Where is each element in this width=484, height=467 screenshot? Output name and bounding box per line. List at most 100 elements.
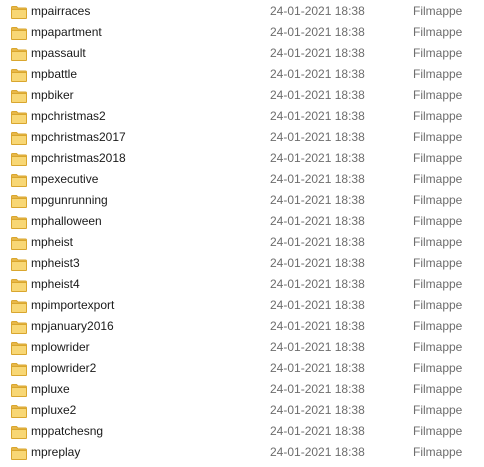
folder-icon: [11, 446, 27, 460]
file-row[interactable]: mplowrider2 24-01-2021 18:38 Filmappe: [0, 358, 484, 379]
file-type: Filmappe: [413, 25, 463, 39]
file-name: mppatchesng: [31, 424, 104, 438]
folder-icon: [11, 278, 27, 292]
file-name: mpexecutive: [31, 172, 99, 186]
file-name: mplowrider2: [31, 361, 97, 375]
file-type: Filmappe: [413, 340, 463, 354]
file-date-modified: 24-01-2021 18:38: [270, 256, 365, 270]
folder-icon: [11, 299, 27, 313]
file-row[interactable]: mpchristmas2017 24-01-2021 18:38 Filmapp…: [0, 127, 484, 148]
file-row[interactable]: mpassault 24-01-2021 18:38 Filmappe: [0, 43, 484, 64]
file-date-modified: 24-01-2021 18:38: [270, 193, 365, 207]
file-name: mpchristmas2: [31, 109, 106, 123]
file-date-modified: 24-01-2021 18:38: [270, 4, 365, 18]
folder-icon: [11, 110, 27, 124]
file-name: mpairraces: [31, 4, 91, 18]
file-name: mpimportexport: [31, 298, 115, 312]
folder-icon: [11, 320, 27, 334]
file-type: Filmappe: [413, 277, 463, 291]
folder-icon: [11, 341, 27, 355]
file-name: mpapartment: [31, 25, 102, 39]
file-type: Filmappe: [413, 445, 463, 459]
folder-icon: [11, 425, 27, 439]
folder-icon: [11, 404, 27, 418]
file-name: mpbattle: [31, 67, 78, 81]
file-date-modified: 24-01-2021 18:38: [270, 235, 365, 249]
file-date-modified: 24-01-2021 18:38: [270, 130, 365, 144]
file-type: Filmappe: [413, 109, 463, 123]
file-name: mpgunrunning: [31, 193, 108, 207]
file-type: Filmappe: [413, 151, 463, 165]
file-row[interactable]: mpbattle 24-01-2021 18:38 Filmappe: [0, 64, 484, 85]
file-name: mpreplay: [31, 445, 81, 459]
folder-icon: [11, 47, 27, 61]
folder-icon: [11, 215, 27, 229]
folder-icon: [11, 236, 27, 250]
file-date-modified: 24-01-2021 18:38: [270, 88, 365, 102]
folder-icon: [11, 257, 27, 271]
file-type: Filmappe: [413, 88, 463, 102]
file-date-modified: 24-01-2021 18:38: [270, 25, 365, 39]
file-row[interactable]: mppatchesng 24-01-2021 18:38 Filmappe: [0, 421, 484, 442]
folder-icon: [11, 152, 27, 166]
file-row[interactable]: mphalloween 24-01-2021 18:38 Filmappe: [0, 211, 484, 232]
file-date-modified: 24-01-2021 18:38: [270, 298, 365, 312]
file-date-modified: 24-01-2021 18:38: [270, 445, 365, 459]
file-name: mpluxe2: [31, 403, 77, 417]
file-type: Filmappe: [413, 235, 463, 249]
file-list: mpairraces 24-01-2021 18:38 Filmappe mpa…: [0, 0, 484, 463]
file-name: mpassault: [31, 46, 86, 60]
file-row[interactable]: mpjanuary2016 24-01-2021 18:38 Filmappe: [0, 316, 484, 337]
folder-icon: [11, 68, 27, 82]
file-row[interactable]: mpapartment 24-01-2021 18:38 Filmappe: [0, 22, 484, 43]
file-date-modified: 24-01-2021 18:38: [270, 361, 365, 375]
file-name: mpchristmas2017: [31, 130, 126, 144]
file-type: Filmappe: [413, 256, 463, 270]
file-type: Filmappe: [413, 214, 463, 228]
file-row[interactable]: mpheist3 24-01-2021 18:38 Filmappe: [0, 253, 484, 274]
file-type: Filmappe: [413, 298, 463, 312]
file-date-modified: 24-01-2021 18:38: [270, 319, 365, 333]
file-type: Filmappe: [413, 382, 463, 396]
file-date-modified: 24-01-2021 18:38: [270, 46, 365, 60]
file-name: mpheist4: [31, 277, 80, 291]
file-name: mpluxe: [31, 382, 70, 396]
file-date-modified: 24-01-2021 18:38: [270, 172, 365, 186]
file-type: Filmappe: [413, 403, 463, 417]
file-row[interactable]: mpreplay 24-01-2021 18:38 Filmappe: [0, 442, 484, 463]
file-type: Filmappe: [413, 172, 463, 186]
file-row[interactable]: mpchristmas2 24-01-2021 18:38 Filmappe: [0, 106, 484, 127]
file-type: Filmappe: [413, 424, 463, 438]
file-row[interactable]: mpbiker 24-01-2021 18:38 Filmappe: [0, 85, 484, 106]
file-date-modified: 24-01-2021 18:38: [270, 151, 365, 165]
folder-icon: [11, 89, 27, 103]
file-type: Filmappe: [413, 67, 463, 81]
file-row[interactable]: mpluxe 24-01-2021 18:38 Filmappe: [0, 379, 484, 400]
file-row[interactable]: mpheist4 24-01-2021 18:38 Filmappe: [0, 274, 484, 295]
file-row[interactable]: mpimportexport 24-01-2021 18:38 Filmappe: [0, 295, 484, 316]
file-row[interactable]: mplowrider 24-01-2021 18:38 Filmappe: [0, 337, 484, 358]
file-row[interactable]: mpgunrunning 24-01-2021 18:38 Filmappe: [0, 190, 484, 211]
file-name: mpheist: [31, 235, 74, 249]
folder-icon: [11, 194, 27, 208]
folder-icon: [11, 131, 27, 145]
file-name: mpjanuary2016: [31, 319, 114, 333]
file-name: mplowrider: [31, 340, 90, 354]
folder-icon: [11, 362, 27, 376]
folder-icon: [11, 26, 27, 40]
file-date-modified: 24-01-2021 18:38: [270, 382, 365, 396]
file-type: Filmappe: [413, 46, 463, 60]
file-row[interactable]: mpchristmas2018 24-01-2021 18:38 Filmapp…: [0, 148, 484, 169]
file-name: mphalloween: [31, 214, 102, 228]
file-row[interactable]: mpluxe2 24-01-2021 18:38 Filmappe: [0, 400, 484, 421]
file-name: mpchristmas2018: [31, 151, 126, 165]
file-name: mpbiker: [31, 88, 74, 102]
file-row[interactable]: mpexecutive 24-01-2021 18:38 Filmappe: [0, 169, 484, 190]
file-date-modified: 24-01-2021 18:38: [270, 214, 365, 228]
file-row[interactable]: mpairraces 24-01-2021 18:38 Filmappe: [0, 1, 484, 22]
folder-icon: [11, 5, 27, 19]
file-type: Filmappe: [413, 130, 463, 144]
file-row[interactable]: mpheist 24-01-2021 18:38 Filmappe: [0, 232, 484, 253]
file-date-modified: 24-01-2021 18:38: [270, 340, 365, 354]
file-type: Filmappe: [413, 193, 463, 207]
